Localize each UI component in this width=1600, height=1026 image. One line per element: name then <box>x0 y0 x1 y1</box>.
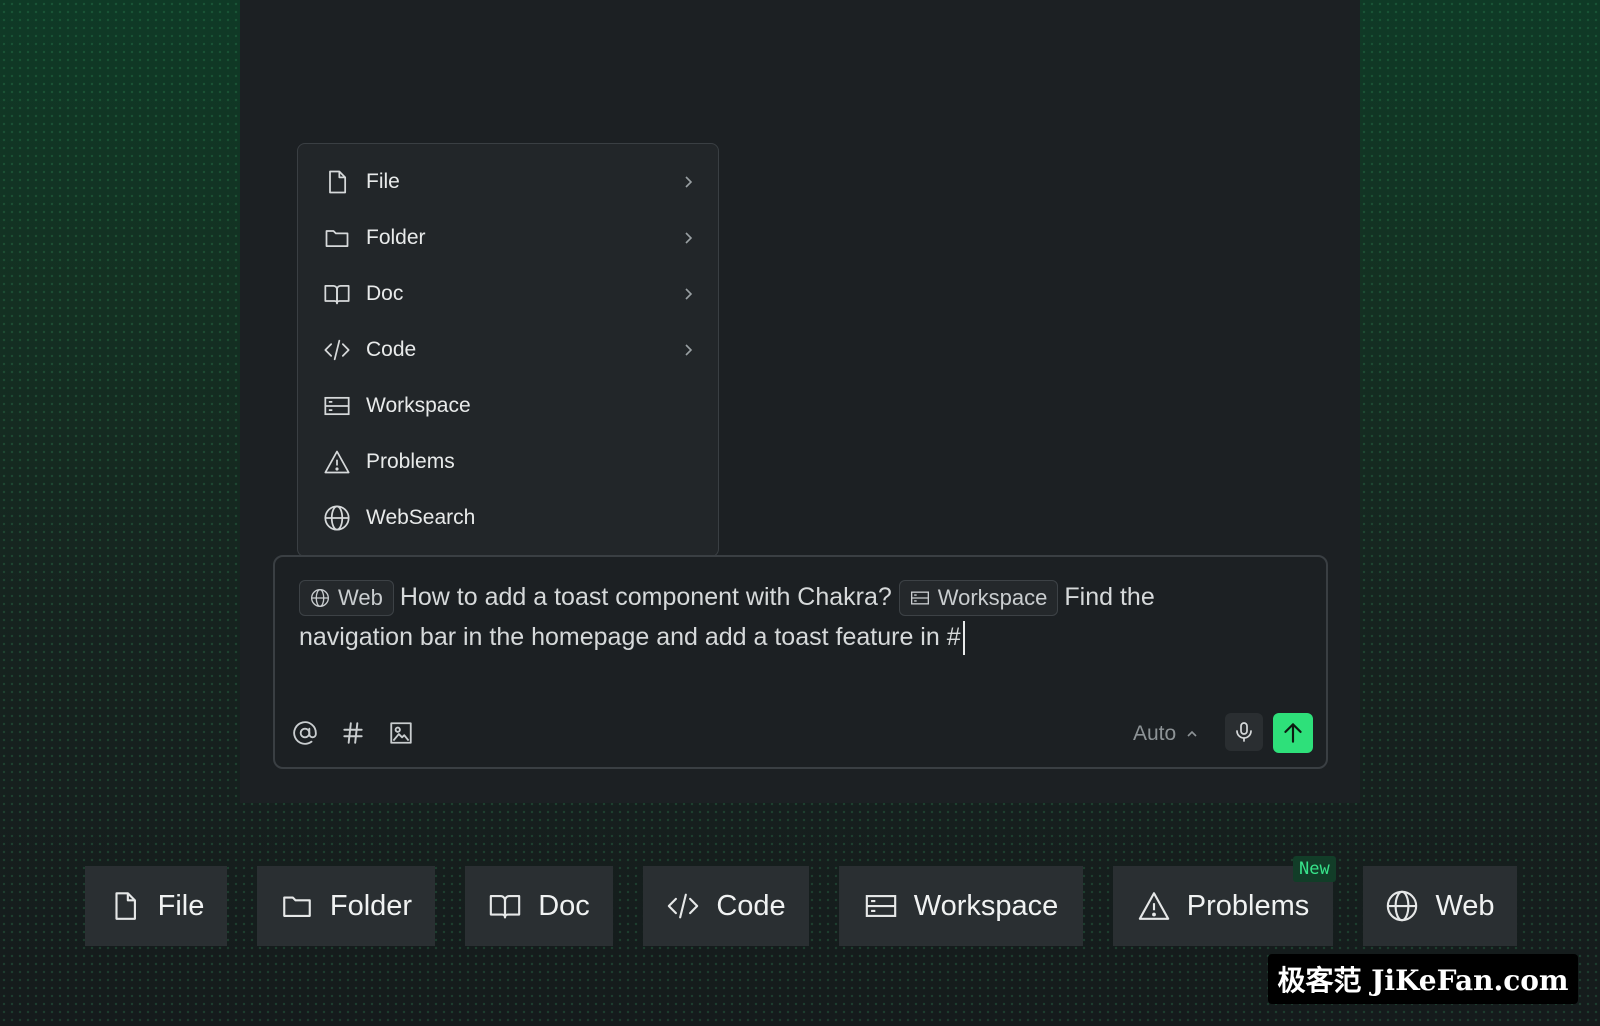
context-menu: File Folder Doc Code Workspace Problems <box>297 143 719 557</box>
file-icon <box>322 167 352 197</box>
microphone-icon <box>1236 722 1252 742</box>
mention-button[interactable] <box>289 717 321 749</box>
hash-button[interactable] <box>337 717 369 749</box>
code-icon <box>668 893 699 919</box>
context-chip-web[interactable]: Web <box>299 580 394 617</box>
menu-item-code[interactable]: Code <box>312 322 704 378</box>
chip-label: Web <box>338 585 383 611</box>
folder-icon <box>283 896 311 917</box>
bottom-button-label: Folder <box>329 889 413 922</box>
chat-composer[interactable]: Web How to add a toast component with Ch… <box>273 555 1328 769</box>
menu-item-websearch[interactable]: WebSearch <box>312 490 704 546</box>
bottom-button-doc[interactable]: Doc <box>465 866 613 946</box>
bottom-button-label: Doc <box>538 889 590 922</box>
warning-icon <box>322 447 352 477</box>
menu-item-label: Doc <box>366 282 404 305</box>
book-icon <box>322 279 352 309</box>
menu-item-label: Code <box>366 338 417 361</box>
watermark: 极客范 JiKeFan.com <box>1268 954 1578 1004</box>
chevron-up-icon <box>1187 730 1197 737</box>
code-icon <box>322 335 352 365</box>
globe-icon <box>311 589 329 608</box>
composer-text-part: How to add a toast component with Chakra… <box>399 583 892 611</box>
hash-icon <box>343 722 363 744</box>
menu-item-file[interactable]: File <box>312 154 704 210</box>
bottom-button-label: Code <box>716 889 786 922</box>
menu-item-label: Workspace <box>366 394 471 417</box>
model-select[interactable]: Auto <box>1133 719 1198 749</box>
text-caret <box>962 621 965 656</box>
workspace-icon <box>865 895 896 917</box>
at-sign-icon <box>293 721 317 745</box>
bottom-button-label: Workspace <box>913 889 1059 922</box>
send-button[interactable] <box>1273 713 1313 753</box>
new-badge: New <box>1293 856 1336 882</box>
workspace-icon <box>910 591 929 605</box>
globe-icon <box>1387 890 1418 922</box>
composer-input[interactable]: Web How to add a toast component with Ch… <box>299 577 1266 657</box>
bottom-button-code[interactable]: Code <box>643 866 809 946</box>
bottom-button-file[interactable]: File <box>85 866 227 946</box>
warning-icon <box>1138 892 1169 920</box>
model-select-value: Auto <box>1133 722 1177 745</box>
menu-item-folder[interactable]: Folder <box>312 210 704 266</box>
menu-item-label: Folder <box>366 226 426 249</box>
chevron-right-icon <box>685 288 693 300</box>
globe-icon <box>322 503 352 533</box>
menu-item-label: WebSearch <box>366 506 476 529</box>
file-icon <box>115 892 136 920</box>
book-icon <box>489 895 521 919</box>
menu-item-doc[interactable]: Doc <box>312 266 704 322</box>
image-button[interactable] <box>385 717 417 749</box>
microphone-button[interactable] <box>1225 713 1263 751</box>
chevron-right-icon <box>685 344 693 356</box>
bottom-button-label: File <box>157 889 205 922</box>
folder-icon <box>322 223 352 253</box>
chevron-right-icon <box>685 232 693 244</box>
menu-item-label: Problems <box>366 450 455 473</box>
chip-label: Workspace <box>937 585 1048 611</box>
workspace-icon <box>322 391 352 421</box>
menu-item-label: File <box>366 170 400 193</box>
bottom-button-workspace[interactable]: Workspace <box>839 866 1083 946</box>
menu-item-problems[interactable]: Problems <box>312 434 704 490</box>
bottom-button-label: Web <box>1435 889 1495 922</box>
chevron-right-icon <box>685 176 693 188</box>
menu-item-workspace[interactable]: Workspace <box>312 378 704 434</box>
image-icon <box>390 722 412 744</box>
context-chip-workspace[interactable]: Workspace <box>898 580 1059 617</box>
arrow-up-icon <box>1284 723 1302 743</box>
bottom-button-folder[interactable]: Folder <box>257 866 435 946</box>
bottom-button-web[interactable]: Web <box>1363 866 1517 946</box>
bottom-button-label: Problems <box>1186 889 1310 922</box>
